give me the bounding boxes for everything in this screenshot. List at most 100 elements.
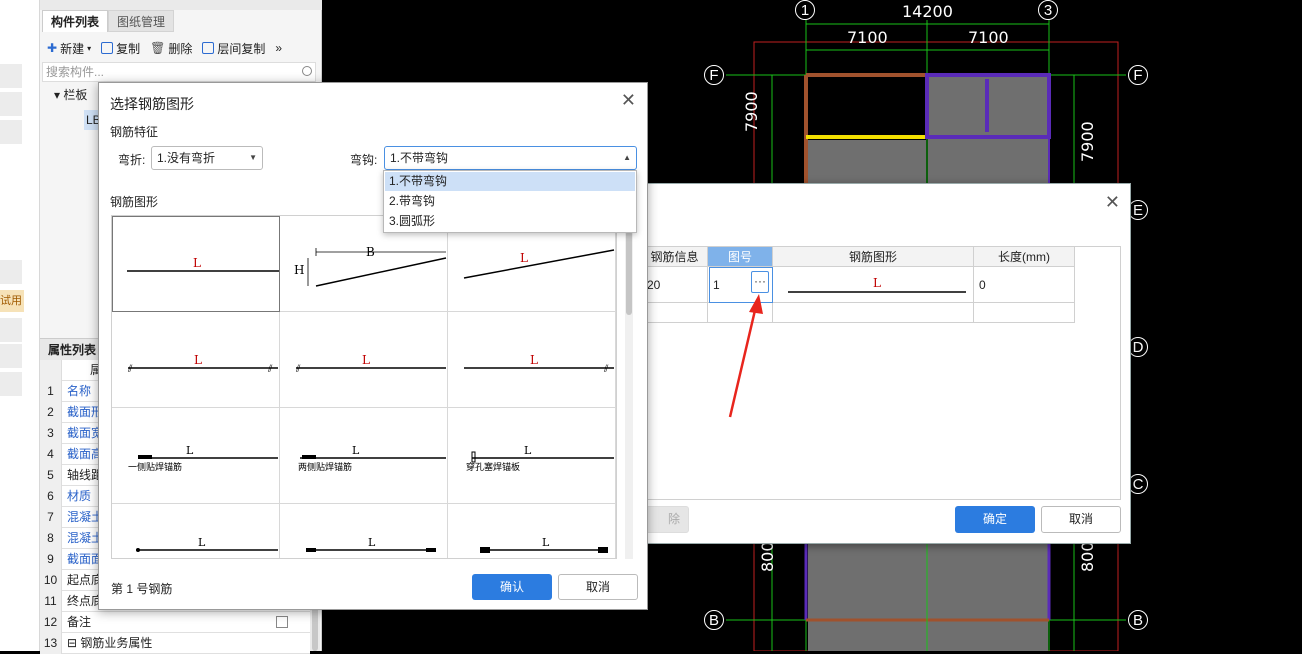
cell-length[interactable]: 0 bbox=[973, 266, 1075, 303]
cancel-button[interactable]: 取消 bbox=[1041, 506, 1121, 533]
empty-cell[interactable] bbox=[641, 302, 708, 323]
shape-preview: ⫽ ⫽ L bbox=[127, 353, 278, 375]
shape-cell-12[interactable]: L bbox=[448, 504, 616, 558]
shape-label: L bbox=[186, 444, 194, 457]
shape-cell-6[interactable]: ⫽ L bbox=[448, 312, 616, 408]
remark-checkbox[interactable] bbox=[276, 616, 288, 628]
shape-cell-4[interactable]: ⫽ ⫽ L bbox=[112, 312, 280, 408]
floor-copy-icon bbox=[202, 42, 215, 54]
new-label: 新建 bbox=[60, 41, 85, 56]
confirm-button[interactable]: 确定 bbox=[955, 506, 1035, 533]
hook-option-no-hook[interactable]: 1.不带弯钩 bbox=[385, 172, 635, 191]
shape-cell-10[interactable]: L bbox=[112, 504, 280, 558]
shape-label: L bbox=[520, 251, 528, 265]
row-number: 3 bbox=[40, 423, 62, 444]
rebar-number-status: 第 1 号钢筋 bbox=[111, 582, 173, 596]
shape-section-label: 钢筋图形 bbox=[110, 195, 159, 209]
empty-cell[interactable] bbox=[973, 302, 1075, 323]
shape-label-b: B bbox=[366, 245, 375, 259]
shape-grid-scrollbar[interactable] bbox=[625, 231, 633, 559]
strip-block[interactable] bbox=[0, 372, 22, 396]
empty-cell[interactable] bbox=[772, 302, 974, 323]
shape-preview: L 两侧贴焊锚筋 bbox=[298, 444, 446, 472]
search-icon[interactable] bbox=[302, 66, 312, 76]
hook-option-arc[interactable]: 3.圆弧形 bbox=[385, 212, 635, 231]
search-input[interactable]: 搜索构件... bbox=[42, 62, 316, 82]
more-button[interactable]: » bbox=[272, 41, 285, 55]
strip-block[interactable] bbox=[0, 260, 22, 284]
row-number: 10 bbox=[40, 570, 62, 591]
tab-component-list[interactable]: 构件列表 bbox=[42, 10, 109, 32]
shape-label: L bbox=[198, 536, 206, 549]
property-name: 备注 bbox=[67, 615, 92, 629]
axis-label-b-left: B bbox=[704, 610, 724, 630]
dimension-right: 7100 bbox=[968, 28, 1009, 47]
delete-button[interactable]: 🗑 删除 bbox=[147, 40, 195, 57]
trash-icon: 🗑 bbox=[150, 41, 166, 55]
strip-block[interactable] bbox=[0, 64, 22, 88]
copy-button[interactable]: 复制 bbox=[98, 40, 143, 57]
row-number: 2 bbox=[40, 402, 62, 423]
close-icon[interactable]: ✕ bbox=[621, 90, 636, 111]
tree-node-label: 栏板 bbox=[63, 88, 88, 102]
shape-cell-9[interactable]: L 穿孔塞焊锚板 bbox=[448, 408, 616, 504]
hatch-mark: ⫽ bbox=[603, 364, 609, 375]
shape-cell-11[interactable]: L bbox=[280, 504, 448, 558]
trial-tag[interactable]: 试用 bbox=[0, 290, 24, 312]
strip-block[interactable] bbox=[0, 120, 22, 144]
col-rebar-info: 钢筋信息 bbox=[641, 246, 708, 267]
cell-rebar-shape[interactable]: L bbox=[772, 266, 974, 303]
strip-block[interactable] bbox=[0, 318, 22, 342]
hook-select[interactable]: 1.不带弯钩 ▲ bbox=[384, 146, 637, 170]
shape-preview: L bbox=[127, 256, 279, 272]
strip-block[interactable] bbox=[0, 92, 22, 116]
shape-cell-7[interactable]: L 一侧贴焊锚筋 bbox=[112, 408, 280, 504]
scrollbar-thumb[interactable] bbox=[626, 231, 632, 315]
floor-copy-label: 层间复制 bbox=[217, 41, 266, 56]
shape-cell-1[interactable]: L bbox=[112, 216, 280, 312]
confirm-button[interactable]: 确认 bbox=[472, 574, 552, 600]
bend-select[interactable]: 1.没有弯折 ▼ bbox=[151, 146, 263, 170]
shape-label: L bbox=[194, 353, 202, 367]
tab-drawing-management[interactable]: 图纸管理 bbox=[108, 10, 175, 32]
shape-cell-5[interactable]: ⫽ L bbox=[280, 312, 448, 408]
new-button[interactable]: ✚ 新建 ▾ bbox=[44, 40, 94, 57]
table-row: 20 1 L 0 bbox=[641, 266, 1075, 303]
row-number bbox=[40, 360, 62, 381]
delete-button[interactable]: 除 bbox=[641, 506, 689, 533]
cancel-button[interactable]: 取消 bbox=[558, 574, 638, 600]
figure-picker-button[interactable]: ··· bbox=[751, 271, 769, 293]
hatch-mark: ⫽ bbox=[127, 364, 133, 375]
panel-toolbar: ✚ 新建 ▾ 复制 🗑 删除 层间复制 » bbox=[40, 36, 322, 60]
row-number: 8 bbox=[40, 528, 62, 549]
tree-node-railing[interactable]: ▾ 栏板 bbox=[54, 86, 87, 103]
property-name: 材质 bbox=[67, 489, 92, 503]
row-number: 5 bbox=[40, 465, 62, 486]
total-dimension: 14200 bbox=[902, 2, 953, 21]
hook-dropdown-list: 1.不带弯钩 2.带弯钩 3.圆弧形 bbox=[383, 170, 637, 233]
hook-label: 弯钩: bbox=[350, 153, 378, 167]
row-number: 7 bbox=[40, 507, 62, 528]
shape-label-h: H bbox=[294, 263, 304, 277]
hook-option-with-hook[interactable]: 2.带弯钩 bbox=[385, 192, 635, 211]
floor-copy-button[interactable]: 层间复制 bbox=[199, 40, 268, 57]
expand-icon[interactable]: ▾ bbox=[54, 88, 63, 102]
delete-label: 删除 bbox=[168, 41, 193, 56]
col-figure-no[interactable]: 图号 bbox=[707, 246, 773, 267]
property-row[interactable]: 12 备注 bbox=[40, 612, 310, 633]
shape-preview: ⫽ L bbox=[464, 353, 614, 375]
shape-grid: L B H L ⫽ ⫽ L ⫽ L ⫽ L L 一侧贴焊锚筋 L 两侧贴焊锚筋 … bbox=[111, 215, 617, 559]
side-dimension-left: 7900 bbox=[742, 91, 761, 132]
copy-icon bbox=[101, 42, 114, 54]
red-arrow-annotation bbox=[728, 294, 763, 418]
col-length: 长度(mm) bbox=[973, 246, 1075, 267]
chevron-up-icon: ▲ bbox=[623, 153, 631, 162]
cell-rebar-info[interactable]: 20 bbox=[641, 266, 708, 303]
shape-preview: L bbox=[136, 536, 278, 552]
close-icon[interactable]: ✕ bbox=[1105, 192, 1120, 213]
left-strip: 试用 bbox=[0, 0, 40, 651]
copy-label: 复制 bbox=[116, 41, 141, 56]
shape-cell-8[interactable]: L 两侧贴焊锚筋 bbox=[280, 408, 448, 504]
shape-label-l: L bbox=[873, 276, 881, 290]
strip-block[interactable] bbox=[0, 344, 22, 368]
